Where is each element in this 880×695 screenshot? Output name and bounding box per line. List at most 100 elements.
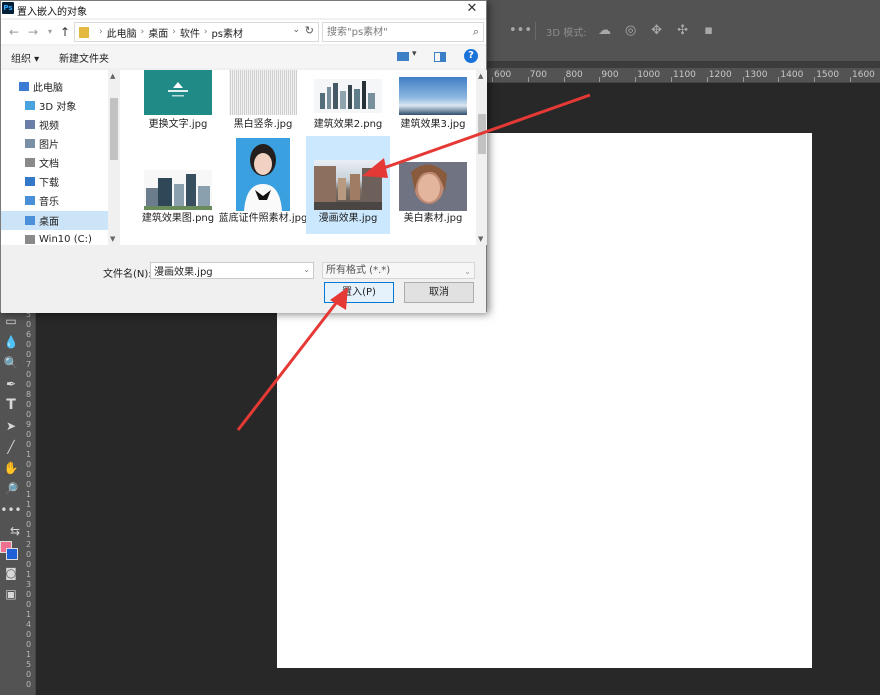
ruler-tick-label: 0 (25, 670, 32, 679)
chevron-down-icon[interactable]: ▾ (412, 49, 417, 59)
file-item[interactable]: 蓝底证件照素材.jpg (219, 136, 307, 234)
more-options-icon[interactable]: ••• (509, 23, 532, 39)
dialog-titlebar: Ps 置入嵌入的对象 ✕ (1, 1, 486, 18)
ruler-tick-label: 9 (25, 420, 32, 429)
breadcrumb-item[interactable]: ps素材 (211, 25, 243, 40)
search-box[interactable]: ⌕ (322, 22, 484, 42)
desktop-folder-icon (25, 216, 35, 225)
back-arrow-icon[interactable]: ← (7, 24, 21, 40)
forward-arrow-icon[interactable]: → (26, 24, 40, 40)
place-button[interactable]: 置入(P) (324, 282, 394, 303)
color-swatches[interactable] (0, 541, 22, 562)
scroll-up-icon[interactable]: ▲ (110, 72, 115, 80)
close-button[interactable]: ✕ (464, 1, 480, 17)
3d-orbit-icon[interactable]: ☁ (597, 23, 613, 39)
blur-tool-icon[interactable]: 💧 (0, 331, 22, 352)
chevron-down-icon[interactable]: ⌄ (303, 265, 310, 274)
ruler-tick-label: 1600 (852, 70, 875, 80)
swap-colors-icon[interactable]: ⇆ (0, 520, 22, 541)
nav-item[interactable]: Win10 (C:) (1, 230, 108, 245)
nav-item[interactable]: 视频 (1, 115, 108, 134)
ruler-tick-label: 1100 (673, 70, 696, 80)
nav-item[interactable]: 图片 (1, 134, 108, 153)
scroll-down-icon[interactable]: ▼ (110, 235, 115, 243)
ruler-tick-label: 0 (25, 380, 32, 389)
3d-pan-icon[interactable]: ✥ (649, 23, 665, 39)
ruler-tick (778, 77, 780, 82)
nav-item[interactable]: 此电脑 (1, 77, 108, 96)
search-icon[interactable]: ⌕ (473, 25, 479, 39)
nav-item[interactable]: 下载 (1, 172, 108, 191)
command-bar: 组织 ▾ 新建文件夹 ▾ ? (1, 46, 486, 68)
cancel-button[interactable]: 取消 (404, 282, 474, 303)
ruler-tick-label: 900 (601, 70, 619, 80)
organize-menu[interactable]: 组织 ▾ (11, 50, 39, 65)
edit-toolbar-icon[interactable]: ••• (0, 499, 22, 520)
gradient-tool-icon[interactable]: ▭ (0, 310, 22, 331)
address-bar[interactable]: › 此电脑 › 桌面 › 软件 › ps素材 ⌄ ↻ (74, 22, 319, 42)
nav-item[interactable]: 3D 对象 (1, 96, 108, 115)
ruler-tick-label: 1 (25, 500, 32, 509)
file-item[interactable]: 建筑效果图.png (136, 136, 220, 234)
up-arrow-icon[interactable]: ↑ (58, 24, 72, 40)
screen-mode-icon[interactable]: ▣ (0, 583, 22, 604)
recent-locations-chevron-icon[interactable]: ▾ (43, 24, 57, 40)
ruler-tick-label: 0 (25, 470, 32, 479)
file-item-selected[interactable]: 漫画效果.jpg (306, 136, 390, 234)
ruler-tick-label: 1400 (780, 70, 804, 80)
folder-icon (79, 26, 89, 38)
scrollbar-thumb[interactable] (110, 98, 118, 160)
new-folder-button[interactable]: 新建文件夹 (59, 50, 109, 65)
nav-item-label: Win10 (C:) (39, 234, 92, 245)
background-color-swatch[interactable] (6, 548, 18, 560)
horizontal-ruler: 600 700 800 900 1000 1100 1200 1300 1400 1500 1600 (487, 68, 880, 83)
nav-item[interactable]: 文档 (1, 153, 108, 172)
breadcrumb-item[interactable]: 软件 (180, 25, 200, 40)
preview-pane-icon[interactable] (434, 52, 446, 62)
ruler-tick (635, 77, 637, 82)
scroll-up-icon[interactable]: ▲ (478, 72, 483, 80)
nav-item-label: 此电脑 (33, 83, 63, 94)
3d-slide-icon[interactable]: ✣ (675, 23, 691, 39)
ruler-tick-label: 0 (25, 400, 32, 409)
dodge-tool-icon[interactable]: 🔍 (0, 352, 22, 373)
file-list-scrollbar[interactable]: ▲ ▼ (476, 70, 487, 245)
help-icon[interactable]: ? (464, 49, 478, 63)
pen-tool-icon[interactable]: ✒ (0, 373, 22, 394)
breadcrumb-item[interactable]: 此电脑 (107, 25, 137, 40)
file-name: 黑白竖条.jpg (233, 119, 293, 130)
scroll-down-icon[interactable]: ▼ (478, 235, 483, 243)
video-folder-icon (25, 120, 35, 129)
ruler-tick-label: 3 (25, 580, 32, 589)
filename-field[interactable]: ⌄ (150, 262, 314, 279)
3d-roll-icon[interactable]: ◎ (623, 23, 639, 39)
type-tool-icon[interactable]: T (0, 394, 22, 415)
chevron-down-icon[interactable]: ⌄ (292, 25, 300, 35)
quick-mask-icon[interactable]: ◙ (0, 562, 22, 583)
breadcrumb-item[interactable]: 桌面 (148, 25, 168, 40)
ruler-tick-label: 5 (25, 660, 32, 669)
nav-item[interactable]: 音乐 (1, 191, 108, 210)
ruler-tick (527, 77, 529, 82)
nav-pane-scrollbar[interactable]: ▲ ▼ (108, 70, 120, 245)
file-thumbnail (314, 79, 382, 113)
view-options-icon[interactable] (397, 52, 409, 61)
line-tool-icon[interactable]: ╱ (0, 436, 22, 457)
filetype-value: 所有格式 (*.*) (326, 265, 391, 276)
ruler-tick-label: 0 (25, 640, 32, 649)
nav-item[interactable]: 桌面 (1, 211, 108, 230)
ruler-tick-label: 0 (25, 460, 32, 469)
filetype-select[interactable]: 所有格式 (*.*) ⌄ (322, 262, 475, 279)
ruler-tick (814, 77, 816, 82)
path-selection-tool-icon[interactable]: ➤ (0, 415, 22, 436)
scrollbar-thumb[interactable] (478, 114, 486, 154)
filename-input[interactable] (151, 263, 296, 278)
search-input[interactable] (323, 23, 463, 41)
zoom-tool-icon[interactable]: 🔎 (0, 478, 22, 499)
refresh-icon[interactable]: ↻ (305, 24, 314, 37)
photoshop-logo-icon: Ps (2, 2, 14, 14)
ruler-tick-label: 0 (25, 370, 32, 379)
file-item[interactable]: 美白素材.jpg (391, 136, 475, 234)
3d-camera-icon[interactable]: ▪ (701, 23, 717, 39)
hand-tool-icon[interactable]: ✋ (0, 457, 22, 478)
